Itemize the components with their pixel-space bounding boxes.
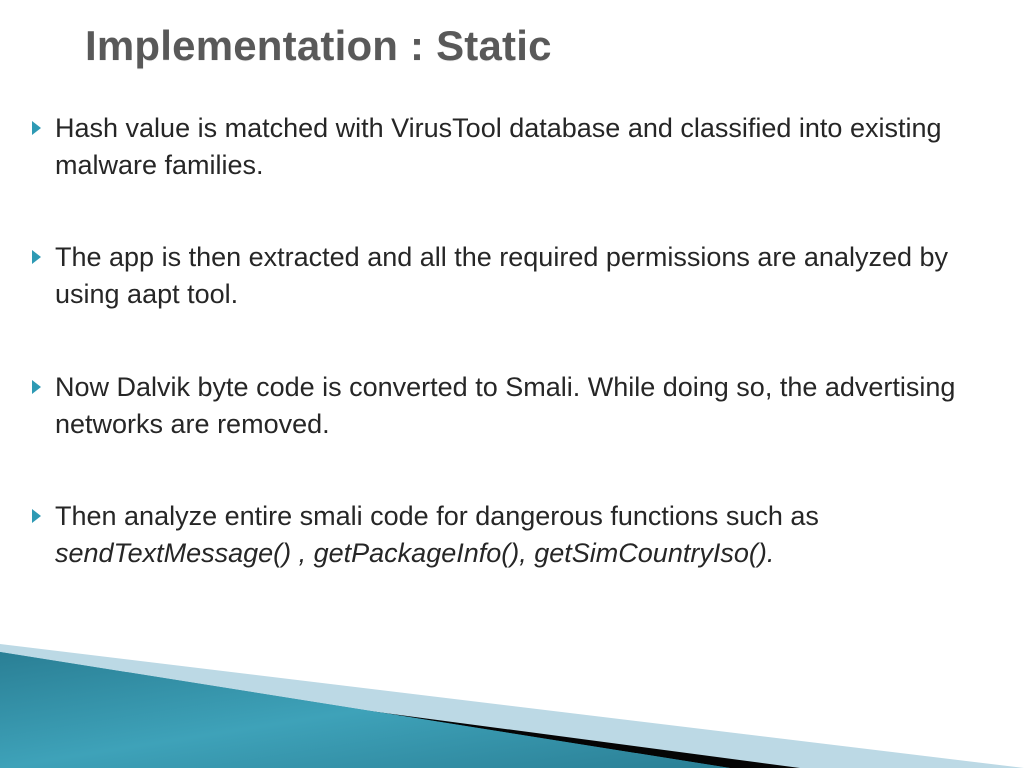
list-item: Then analyze entire smali code for dange… — [32, 498, 994, 571]
bullet-text: Then analyze entire smali code for dange… — [55, 498, 994, 571]
bullet-arrow-icon — [32, 509, 41, 523]
bullet-list: Hash value is matched with VirusTool dat… — [32, 110, 994, 572]
slide: Implementation : Static Hash value is ma… — [0, 0, 1024, 768]
bullet-text: The app is then extracted and all the re… — [55, 239, 994, 312]
bullet-arrow-icon — [32, 121, 41, 135]
bullet-text: Hash value is matched with VirusTool dat… — [55, 110, 994, 183]
bullet-arrow-icon — [32, 250, 41, 264]
list-item: The app is then extracted and all the re… — [32, 239, 994, 312]
bullet-text: Now Dalvik byte code is converted to Sma… — [55, 369, 994, 442]
bullet-text-part: Then analyze entire smali code for dange… — [55, 501, 819, 531]
list-item: Hash value is matched with VirusTool dat… — [32, 110, 994, 183]
code-function: sendTextMessage() , getPackageInfo(), ge… — [55, 538, 774, 568]
slide-title: Implementation : Static — [85, 22, 552, 70]
list-item: Now Dalvik byte code is converted to Sma… — [32, 369, 994, 442]
bullet-arrow-icon — [32, 380, 41, 394]
